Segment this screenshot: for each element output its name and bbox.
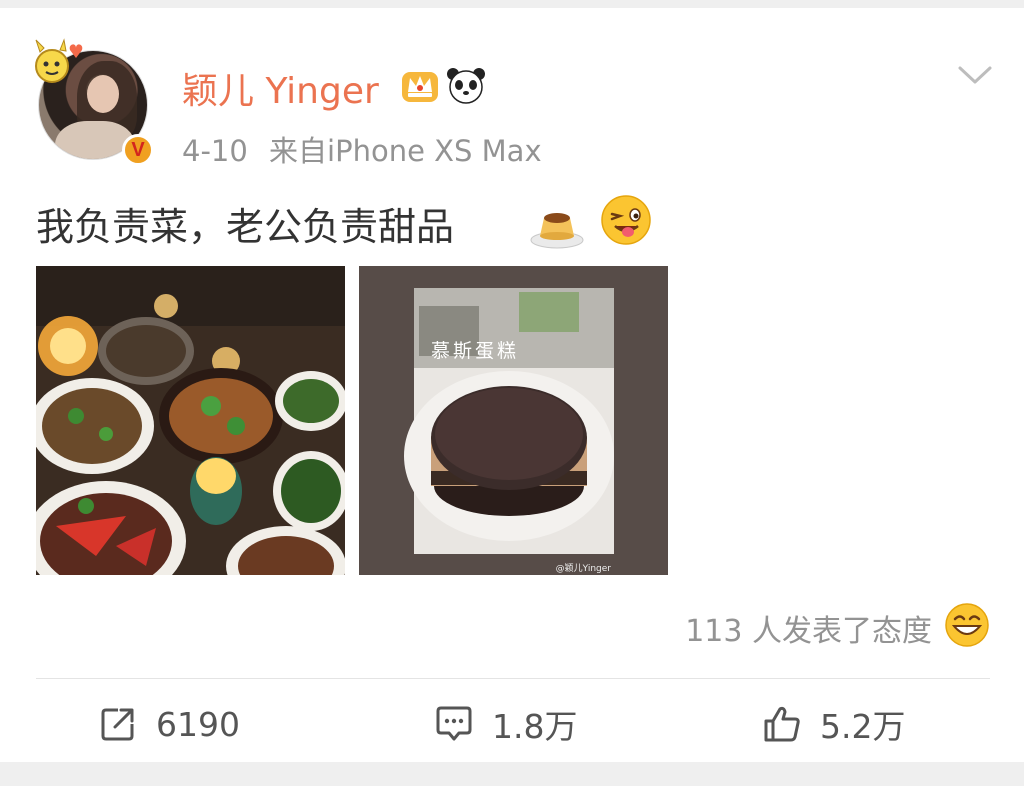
repost-button[interactable]: 6190 <box>98 698 240 750</box>
post-source[interactable]: 来自iPhone XS Max <box>269 134 542 168</box>
comment-icon <box>436 706 472 741</box>
comment-count: 1.8万 <box>492 707 578 746</box>
flan-emoji-icon <box>530 213 584 249</box>
post-time: 4-10 <box>182 134 248 168</box>
reactions-summary[interactable]: 113 人发表了态度 <box>685 606 932 650</box>
thumbs-up-icon <box>764 706 800 742</box>
post-text: 我负责菜，老公负责甜品 <box>36 205 455 249</box>
like-button[interactable]: 5.2万 <box>762 698 905 750</box>
repost-icon <box>101 708 134 741</box>
like-count: 5.2万 <box>820 707 906 746</box>
top-separator <box>0 0 1024 8</box>
crown-icon[interactable] <box>400 66 440 104</box>
comment-button[interactable]: 1.8万 <box>434 698 577 750</box>
post-meta: 4-10 来自iPhone XS Max <box>182 128 554 170</box>
wink-tongue-emoji-icon <box>601 195 651 245</box>
post-image-dinner[interactable] <box>36 266 345 575</box>
weibo-post-card: V 颖儿 Yinger 4-10 来自iPhone XS Max 我负责菜，老公… <box>0 8 1024 762</box>
verified-badge-icon: V <box>122 134 154 166</box>
avatar-pendant-icon <box>35 38 83 83</box>
action-divider <box>36 678 990 679</box>
repost-count: 6190 <box>156 704 240 744</box>
username[interactable]: 颖儿 Yinger <box>182 62 379 112</box>
post-image-cake[interactable]: 慕斯蛋糕 @颖儿Yinger <box>359 266 668 575</box>
bottom-separator <box>0 762 1024 786</box>
cake-caption: 慕斯蛋糕 <box>431 340 520 362</box>
image-watermark: @颖儿Yinger <box>555 564 611 574</box>
laughing-emoji-icon[interactable] <box>944 602 990 648</box>
panda-icon[interactable] <box>446 66 486 104</box>
chevron-down-icon[interactable] <box>956 60 994 90</box>
avatar-area[interactable]: V <box>30 36 154 166</box>
